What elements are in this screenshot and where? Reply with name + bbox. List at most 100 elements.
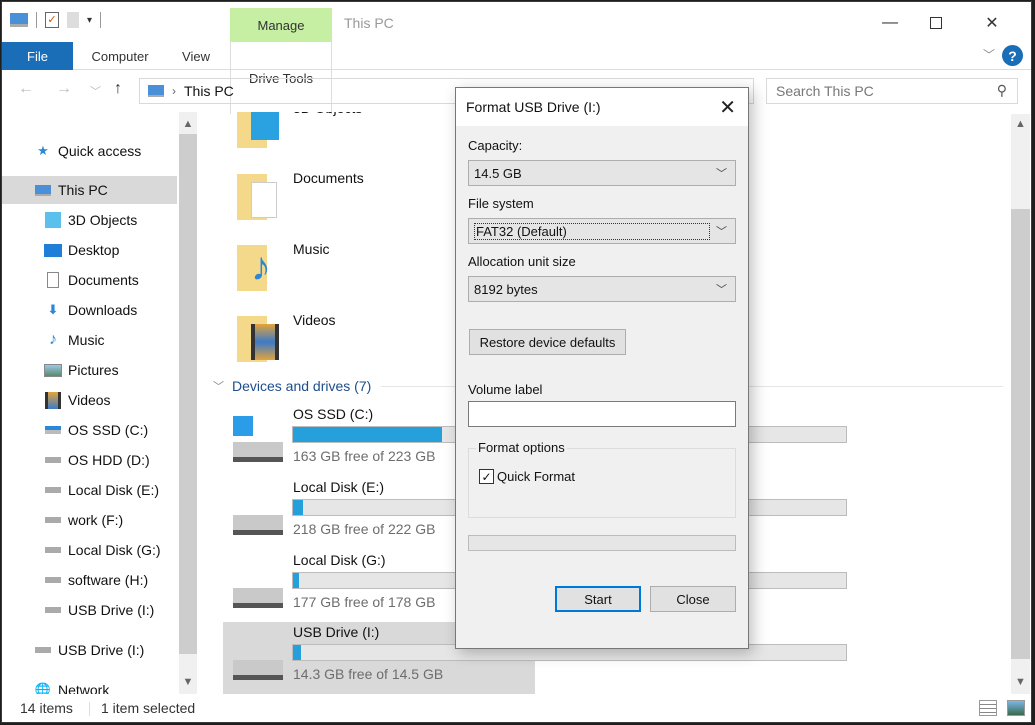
drive-icon (229, 634, 285, 686)
download-icon: ⬇ (47, 302, 59, 317)
quick-access-toolbar: ✓ ▾ (10, 12, 102, 28)
scroll-down-icon[interactable]: ▼ (1011, 672, 1030, 692)
sidebar-item-work-f[interactable]: work (F:) (2, 506, 177, 534)
sidebar-item-os-ssd-c[interactable]: OS SSD (C:) (2, 416, 177, 444)
breadcrumb-separator-icon: › (172, 84, 176, 98)
computer-icon[interactable] (10, 13, 28, 27)
capacity-select[interactable]: 14.5 GB ﹀ (468, 160, 736, 186)
sidebar-item-usb-drive-i[interactable]: USB Drive (I:) (2, 596, 177, 624)
properties-icon[interactable]: ✓ (45, 12, 59, 28)
selection-count: 1 item selected (101, 700, 196, 716)
help-button[interactable]: ? (1002, 45, 1023, 66)
help-icon: ? (1008, 47, 1017, 64)
sidebar-item-usb-drive-i-root[interactable]: USB Drive (I:) (2, 636, 177, 664)
drive-icon (44, 452, 62, 468)
computer-icon (148, 85, 164, 97)
collapse-chevron-icon: ﹀ (213, 381, 224, 393)
document-icon (44, 272, 62, 288)
sidebar-item-videos[interactable]: Videos (2, 386, 177, 414)
capacity-label: Capacity: (468, 138, 523, 153)
allocation-unit-select[interactable]: 8192 bytes ﹀ (468, 276, 736, 302)
sidebar-item-this-pc[interactable]: This PC (2, 176, 177, 204)
restore-defaults-button[interactable]: Restore device defaults (469, 329, 626, 355)
music-icon: ♪ (49, 331, 57, 348)
ribbon-tabs: File Computer View Drive Tools ﹀ ? (2, 42, 1031, 114)
maximize-button[interactable] (913, 10, 959, 36)
volume-label-input[interactable] (468, 401, 736, 427)
new-folder-icon[interactable] (67, 12, 79, 28)
format-options-group: Format options ✓ Quick Format (468, 440, 736, 518)
sidebar-item-local-disk-g[interactable]: Local Disk (G:) (2, 536, 177, 564)
sidebar-item-3d-objects[interactable]: 3D Objects (2, 206, 177, 234)
sidebar-item-desktop[interactable]: Desktop (2, 236, 177, 264)
content-scroll-thumb[interactable] (1011, 209, 1030, 659)
scroll-up-icon[interactable]: ▲ (1011, 114, 1030, 134)
sidebar-item-pictures[interactable]: Pictures (2, 356, 177, 384)
drive-usage-fill (293, 645, 301, 660)
drive-icon (229, 562, 285, 614)
content-scrollbar[interactable]: ▲ ▼ (1011, 114, 1030, 694)
sidebar-item-downloads[interactable]: ⬇ Downloads (2, 296, 177, 324)
drive-icon (44, 572, 62, 588)
close-window-button[interactable]: ✕ (969, 10, 1015, 36)
chevron-down-icon: ﹀ (716, 168, 727, 180)
quick-format-checkbox[interactable]: ✓ Quick Format (479, 469, 575, 484)
tab-file[interactable]: File (2, 42, 73, 70)
recent-locations-chevron-icon[interactable]: ﹀ (90, 83, 101, 99)
cube-folder-icon (237, 112, 283, 156)
start-button[interactable]: Start (555, 586, 641, 612)
title-bar: ✓ ▾ Manage This PC — ✕ (2, 2, 1031, 42)
drive-icon (44, 482, 62, 498)
sidebar-item-os-hdd-d[interactable]: OS HDD (D:) (2, 446, 177, 474)
sidebar-item-software-h[interactable]: software (H:) (2, 566, 177, 594)
tab-computer[interactable]: Computer (82, 42, 158, 70)
up-arrow-icon[interactable]: ↑ (114, 80, 122, 98)
cube-icon (44, 212, 62, 228)
sidebar-scrollbar[interactable]: ▲ ▼ (179, 112, 197, 694)
file-system-select[interactable]: FAT32 (Default) ﹀ (468, 218, 736, 244)
forward-arrow-icon[interactable]: → (56, 80, 72, 98)
sidebar-item-documents[interactable]: Documents (2, 266, 177, 294)
maximize-icon (930, 17, 942, 29)
sidebar-item-quick-access[interactable]: ★ Quick access (2, 137, 177, 165)
divider (89, 702, 90, 716)
close-icon: ✕ (985, 15, 999, 32)
sidebar-item-network[interactable]: 🌐 Network (2, 676, 177, 694)
status-bar: 14 items 1 item selected (2, 696, 1031, 722)
windows-drive-icon (229, 416, 285, 468)
format-options-legend: Format options (476, 440, 567, 455)
details-view-icon[interactable] (979, 700, 997, 716)
drive-icon (44, 512, 62, 528)
breadcrumb-this-pc[interactable]: This PC (184, 83, 234, 99)
music-folder-icon: ♪ (237, 241, 283, 297)
group-header-label: Devices and drives (7) (232, 378, 372, 394)
allocation-unit-label: Allocation unit size (468, 254, 576, 269)
chevron-down-icon: ﹀ (716, 284, 727, 296)
scroll-up-icon[interactable]: ▲ (179, 114, 197, 134)
search-input[interactable]: Search This PC ⚲ (766, 78, 1018, 104)
dialog-title: Format USB Drive (I:) (466, 99, 601, 115)
tab-view[interactable]: View (170, 42, 222, 70)
minimize-button[interactable]: — (867, 10, 913, 36)
scroll-down-icon[interactable]: ▼ (179, 672, 197, 692)
sidebar-item-local-disk-e[interactable]: Local Disk (E:) (2, 476, 177, 504)
videos-folder-icon (237, 312, 283, 368)
videos-icon (44, 391, 62, 409)
close-button[interactable]: Close (650, 586, 736, 612)
back-arrow-icon[interactable]: ← (18, 80, 34, 98)
divider (100, 12, 102, 28)
expand-ribbon-icon[interactable]: ﹀ (983, 46, 995, 63)
window-title: This PC (344, 15, 394, 31)
dialog-close-icon[interactable]: ✕ (719, 95, 736, 120)
volume-label-label: Volume label (468, 382, 543, 397)
format-dialog: Format USB Drive (I:) ✕ Capacity: 14.5 G… (455, 87, 749, 649)
format-progress-bar (468, 535, 736, 551)
manage-contextual-tab[interactable]: Manage (230, 8, 332, 42)
customize-toolbar-icon[interactable]: ▾ (87, 15, 92, 26)
sidebar-item-music[interactable]: ♪ Music (2, 326, 177, 354)
minimize-icon: — (882, 14, 898, 31)
large-icons-view-icon[interactable] (1007, 700, 1025, 716)
drive-usage-fill (293, 500, 303, 515)
sidebar-scroll-thumb[interactable] (179, 134, 197, 654)
checkmark-icon[interactable]: ✓ (479, 469, 494, 484)
